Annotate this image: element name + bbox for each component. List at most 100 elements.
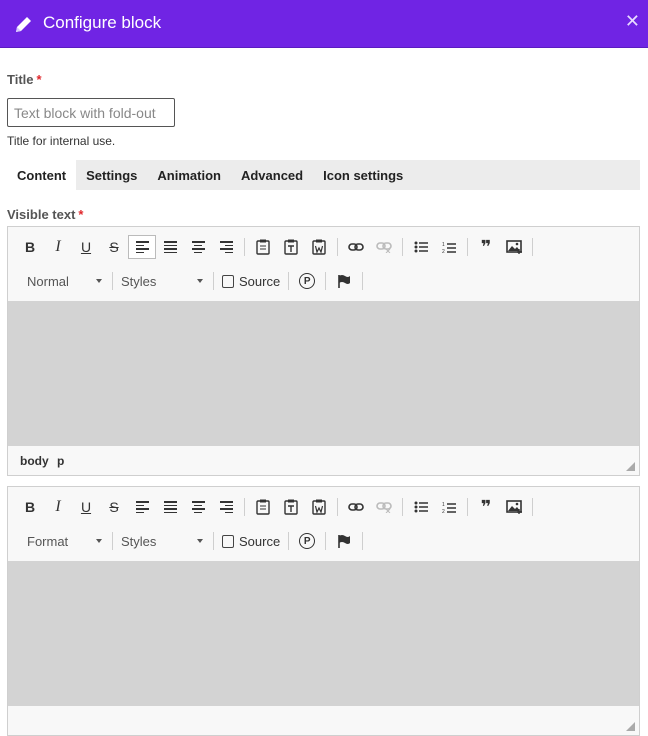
image-button[interactable] xyxy=(500,495,528,519)
path-crumb-p[interactable]: p xyxy=(57,454,64,468)
paste-text-icon xyxy=(284,239,298,255)
paste-word-icon xyxy=(312,239,326,255)
align-right-button[interactable] xyxy=(212,495,240,519)
source-button[interactable]: Source xyxy=(218,529,284,553)
align-justify-icon xyxy=(163,501,177,513)
styles-dropdown-value: Styles xyxy=(121,533,157,549)
editor-content-area[interactable] xyxy=(8,561,639,706)
paste-text-button[interactable] xyxy=(277,495,305,519)
p-circle-icon: P xyxy=(299,533,316,549)
link-button[interactable] xyxy=(342,495,370,519)
svg-text:2: 2 xyxy=(442,249,445,254)
toolbar-separator xyxy=(362,272,364,290)
link-button[interactable] xyxy=(342,235,370,259)
visible-text-label-text: Visible text xyxy=(7,207,76,222)
editor-toolbar: B I U S xyxy=(8,487,639,561)
paste-text-icon xyxy=(284,499,298,515)
title-input[interactable] xyxy=(7,98,175,127)
bold-button[interactable]: B xyxy=(16,495,44,519)
anchor-button[interactable] xyxy=(330,529,358,553)
paste-word-button[interactable] xyxy=(305,495,333,519)
toolbar-separator xyxy=(402,238,403,256)
editor-statusbar: body p xyxy=(8,446,639,475)
bulleted-list-button[interactable] xyxy=(407,235,435,259)
close-icon[interactable]: ✕ xyxy=(625,11,640,32)
clipboard-icon xyxy=(256,499,270,515)
align-left-button[interactable] xyxy=(128,235,156,259)
p-circle-button[interactable]: P xyxy=(293,269,321,293)
underline-button[interactable]: U xyxy=(72,235,100,259)
bulleted-list-icon xyxy=(414,501,428,513)
paste-button[interactable] xyxy=(249,495,277,519)
tab-content[interactable]: Content xyxy=(7,160,77,190)
bold-button[interactable]: B xyxy=(16,235,44,259)
toolbar-separator xyxy=(402,498,403,516)
toolbar-separator xyxy=(325,272,327,290)
styles-dropdown-value: Styles xyxy=(121,273,157,289)
image-icon xyxy=(505,240,522,254)
numbered-list-button[interactable]: 12 xyxy=(435,235,463,259)
paste-text-button[interactable] xyxy=(277,235,305,259)
chevron-down-icon xyxy=(197,279,203,283)
flag-icon xyxy=(338,535,351,548)
toolbar-separator xyxy=(244,498,245,516)
clipboard-icon xyxy=(256,239,270,255)
editor-statusbar xyxy=(8,706,639,735)
svg-text:2: 2 xyxy=(442,509,445,514)
format-dropdown-value: Normal xyxy=(27,273,69,289)
italic-button[interactable]: I xyxy=(44,495,72,519)
p-circle-button[interactable]: P xyxy=(293,529,321,553)
underline-button[interactable]: U xyxy=(72,495,100,519)
resize-handle[interactable] xyxy=(626,462,635,471)
align-justify-button[interactable] xyxy=(156,235,184,259)
source-icon xyxy=(222,274,234,288)
image-icon xyxy=(505,500,522,514)
editor-content-area[interactable] xyxy=(8,301,639,446)
format-dropdown[interactable]: Normal xyxy=(16,269,108,293)
source-button-label: Source xyxy=(239,533,281,549)
blockquote-button[interactable]: ❞ xyxy=(472,235,500,259)
align-center-button[interactable] xyxy=(184,495,212,519)
title-label: Title * xyxy=(7,72,42,87)
paste-word-icon xyxy=(312,499,326,515)
unlink-icon xyxy=(376,242,392,253)
styles-dropdown[interactable]: Styles xyxy=(117,269,209,293)
format-dropdown-value: Format xyxy=(27,533,69,549)
paste-word-button[interactable] xyxy=(305,235,333,259)
toolbar-separator xyxy=(112,532,113,550)
resize-handle[interactable] xyxy=(626,722,635,731)
italic-button[interactable]: I xyxy=(44,235,72,259)
unlink-button[interactable] xyxy=(370,235,398,259)
bulleted-list-button[interactable] xyxy=(407,495,435,519)
image-button[interactable] xyxy=(500,235,528,259)
toolbar-separator xyxy=(467,238,468,256)
title-help-text: Title for internal use. xyxy=(7,134,116,148)
format-dropdown[interactable]: Format xyxy=(16,529,108,553)
toolbar-row-1: B I U S 1 2 ❞ xyxy=(16,493,537,521)
align-justify-button[interactable] xyxy=(156,495,184,519)
visible-text-label: Visible text * xyxy=(7,207,83,222)
anchor-button[interactable] xyxy=(330,269,358,293)
toolbar-separator xyxy=(112,272,113,290)
tab-animation[interactable]: Animation xyxy=(147,160,231,190)
tab-settings[interactable]: Settings xyxy=(76,160,147,190)
align-center-button[interactable] xyxy=(184,235,212,259)
toolbar-separator xyxy=(213,532,214,550)
styles-dropdown[interactable]: Styles xyxy=(117,529,209,553)
toolbar-separator xyxy=(467,498,468,516)
source-button[interactable]: Source xyxy=(218,269,284,293)
path-crumb-body[interactable]: body xyxy=(20,454,49,468)
align-right-button[interactable] xyxy=(212,235,240,259)
strikethrough-button[interactable]: S xyxy=(100,235,128,259)
blockquote-button[interactable]: ❞ xyxy=(472,495,500,519)
toolbar-separator xyxy=(362,532,364,550)
numbered-list-button[interactable]: 12 xyxy=(435,495,463,519)
strikethrough-button[interactable]: S xyxy=(100,495,128,519)
dialog-titlebar: Configure block ✕ xyxy=(0,0,648,48)
tab-icon-settings[interactable]: Icon settings xyxy=(313,160,413,190)
tab-advanced[interactable]: Advanced xyxy=(231,160,313,190)
toolbar-row-2: Format Styles Source P xyxy=(16,527,367,555)
align-left-button[interactable] xyxy=(128,495,156,519)
paste-button[interactable] xyxy=(249,235,277,259)
unlink-button[interactable] xyxy=(370,495,398,519)
